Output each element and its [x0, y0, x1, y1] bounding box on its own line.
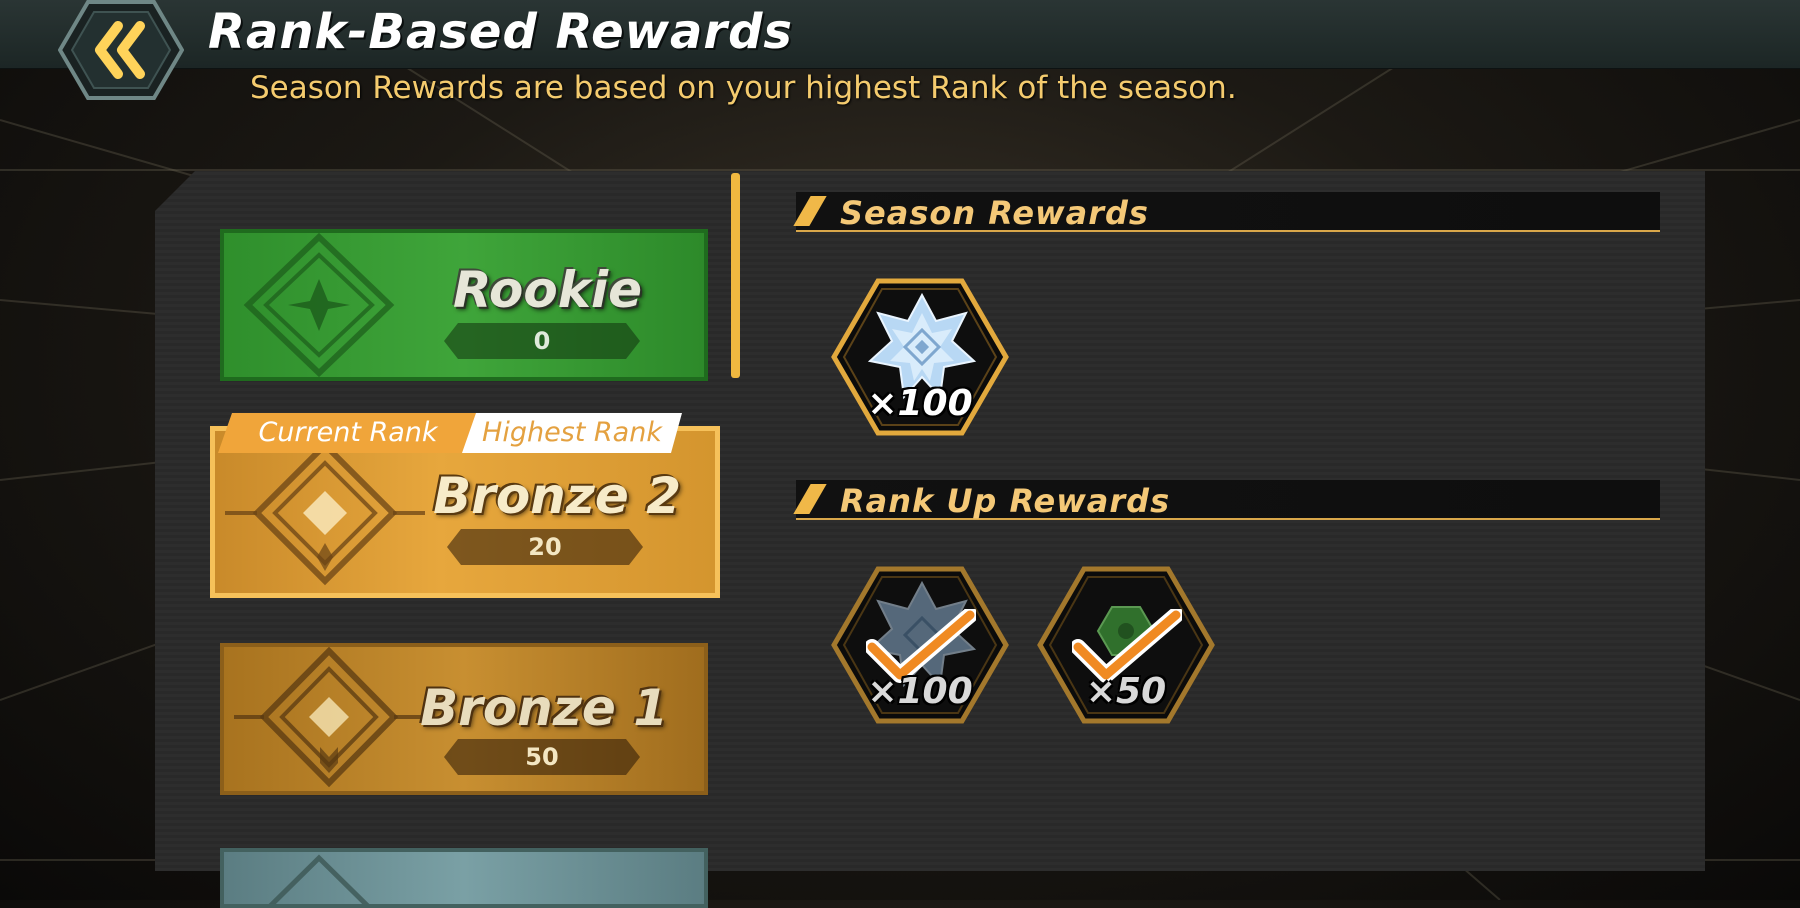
rank-card-next-partial[interactable]	[220, 848, 708, 908]
back-button[interactable]	[57, 0, 185, 100]
tab-current-rank: Current Rank	[218, 413, 478, 453]
tab-highest-rank: Highest Rank	[462, 413, 682, 453]
season-reward-item[interactable]: ×100	[830, 277, 1010, 437]
rank-card-bronze-1[interactable]: Bronze 1 50	[220, 643, 708, 795]
section-title: Season Rewards	[840, 194, 1149, 232]
back-arrow-icon	[57, 0, 185, 100]
rank-up-rewards-header: Rank Up Rewards	[793, 480, 1660, 520]
rank-up-reward-item[interactable]: ×50	[1036, 565, 1216, 725]
rank-up-reward-item[interactable]: ×100	[830, 565, 1010, 725]
section-title: Rank Up Rewards	[840, 482, 1171, 520]
rookie-emblem-icon	[243, 233, 395, 377]
page-title: Rank-Based Rewards	[208, 4, 793, 60]
reward-quantity: ×100	[867, 383, 973, 424]
page-subtitle: Season Rewards are based on your highest…	[250, 70, 1237, 106]
season-rewards-header: Season Rewards	[793, 192, 1660, 232]
rank-name: Rookie	[452, 261, 642, 319]
rank-points: 20	[447, 529, 643, 565]
rank-name: Bronze 1	[420, 679, 668, 737]
rank-list-scrollbar[interactable]	[731, 173, 740, 378]
reward-quantity: ×100	[867, 671, 973, 712]
bronze-2-emblem-icon	[225, 440, 425, 586]
reward-quantity: ×50	[1085, 671, 1167, 712]
rank-points: 0	[444, 323, 640, 359]
rank-name: Bronze 2	[433, 467, 681, 525]
rank-card-rookie[interactable]: Rookie 0	[220, 229, 708, 381]
bronze-1-emblem-icon	[234, 647, 424, 788]
rank-points: 50	[444, 739, 640, 775]
